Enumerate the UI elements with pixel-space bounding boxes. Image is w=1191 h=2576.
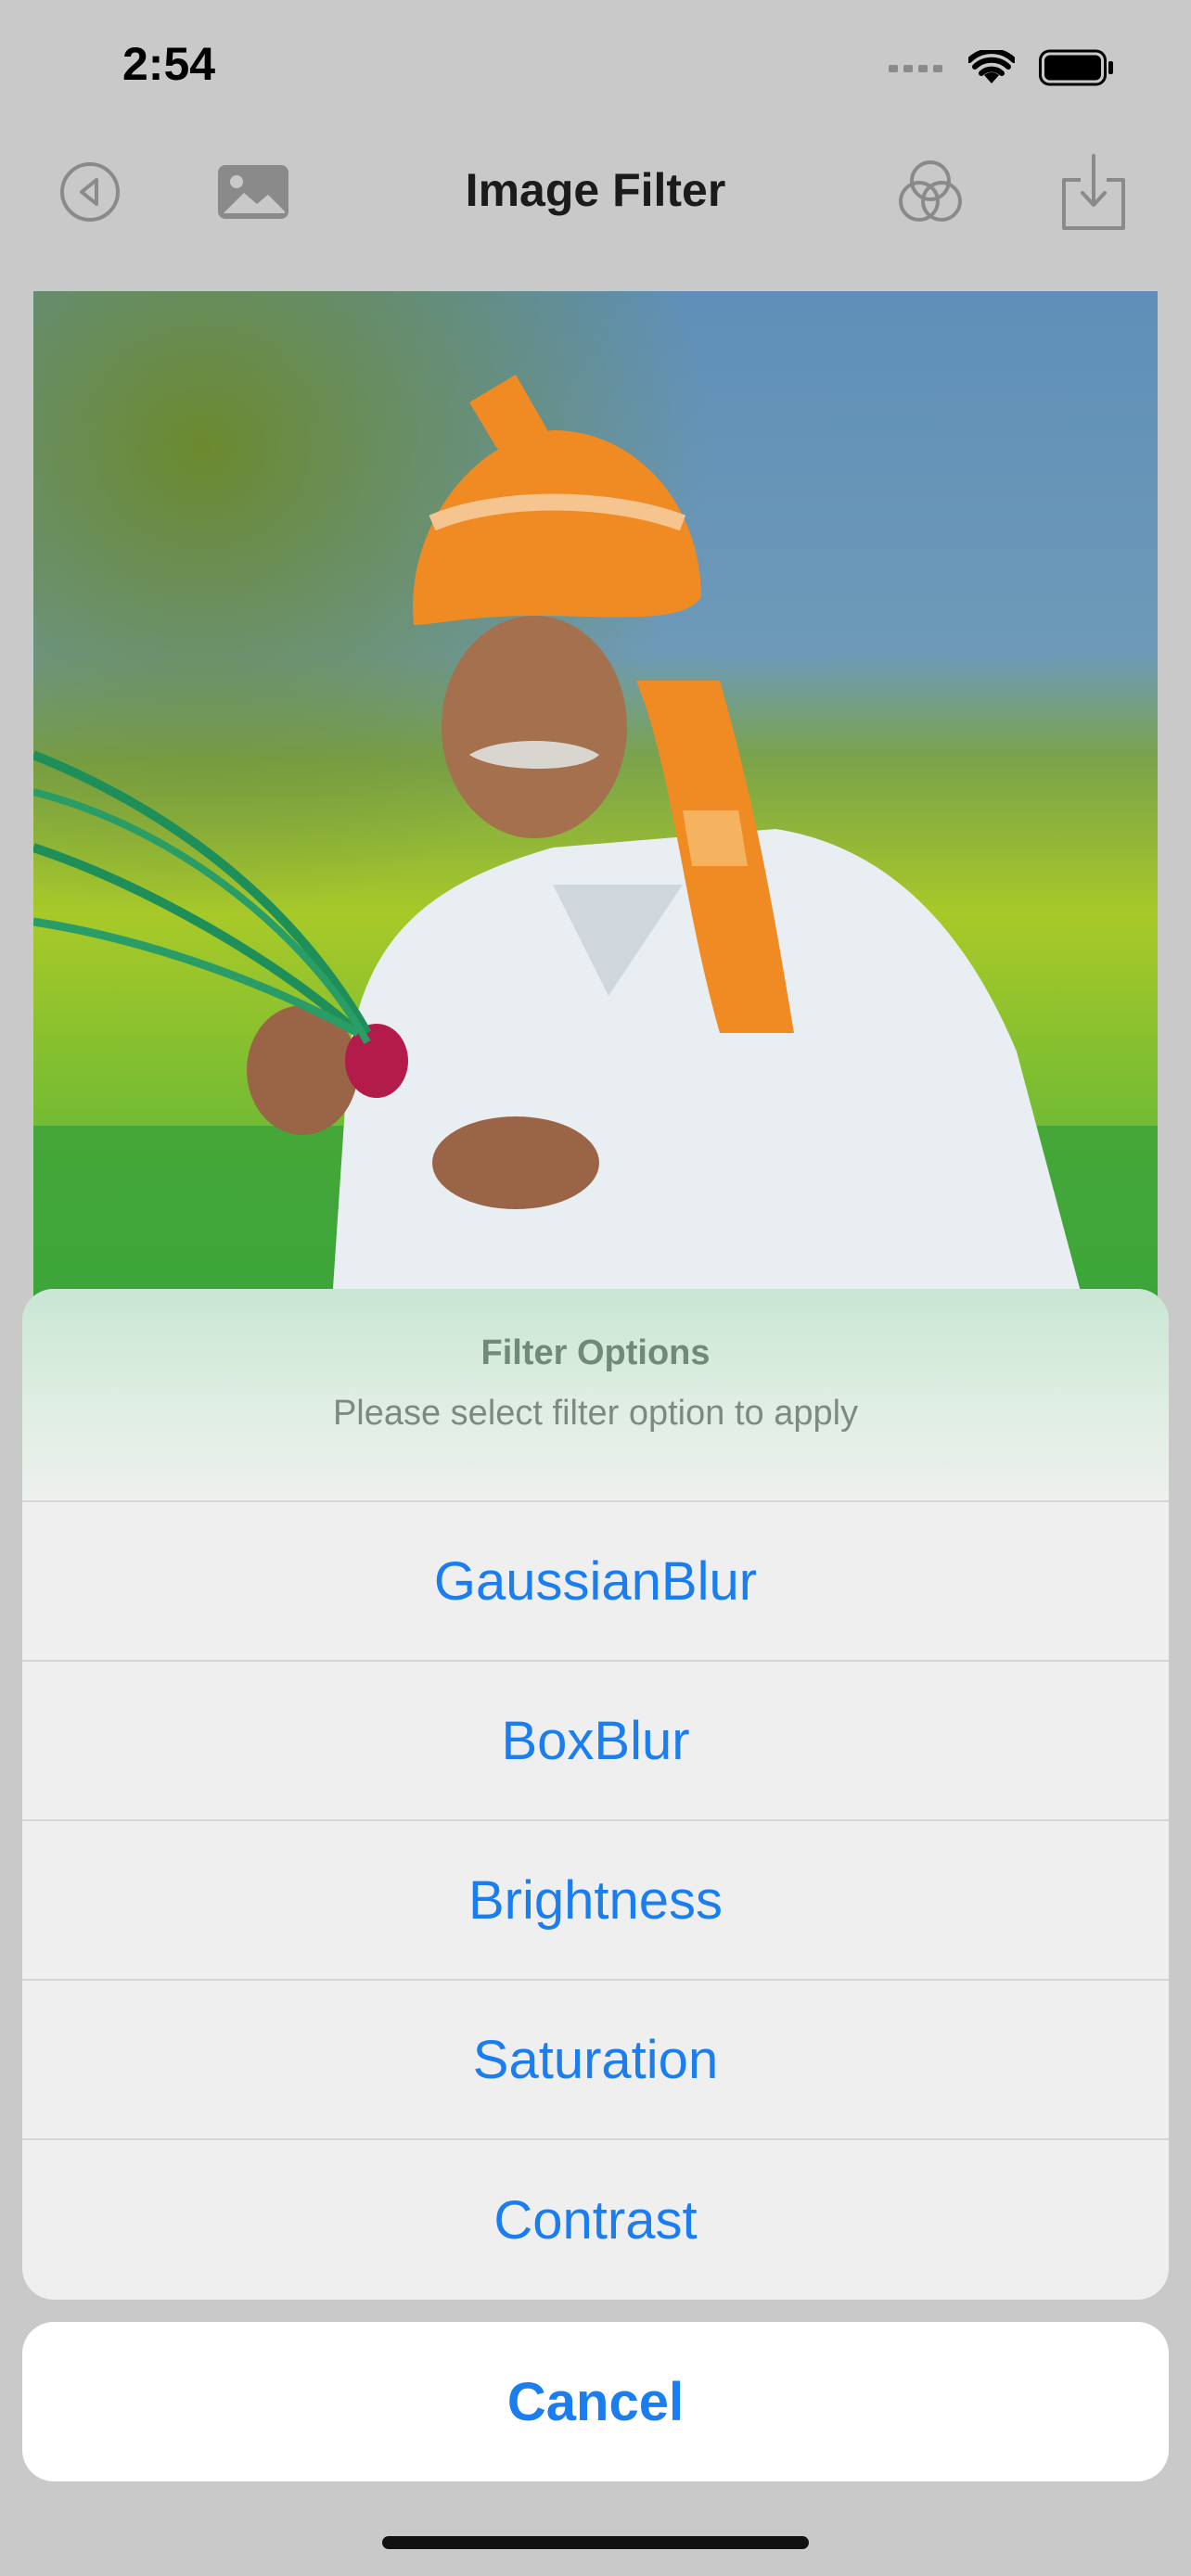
action-sheet-message: Please select filter option to apply [332,1394,859,1433]
filters-button[interactable] [889,150,972,234]
option-brightness[interactable]: Brightness [22,1821,1169,1981]
wifi-icon [968,50,1015,83]
option-saturation[interactable]: Saturation [22,1981,1169,2140]
photo-preview [33,291,1158,1330]
save-button[interactable] [1052,150,1135,234]
battery-icon [1039,49,1113,86]
filter-action-sheet: Filter Options Please select filter opti… [22,1289,1169,2300]
status-time: 2:54 [122,38,216,90]
option-gaussian-blur[interactable]: GaussianBlur [22,1502,1169,1662]
status-icons [889,43,1115,93]
action-sheet-header: Filter Options Please select filter opti… [22,1289,1169,1502]
page-title: Image Filter [465,164,726,216]
action-sheet-title: Filter Options [480,1333,711,1372]
save-icon [1062,154,1125,230]
filters-icon [899,160,962,222]
option-contrast[interactable]: Contrast [22,2140,1169,2300]
farmer-photo [33,291,1158,1330]
option-box-blur[interactable]: BoxBlur [22,1662,1169,1821]
cancel-button[interactable]: Cancel [22,2322,1169,2481]
signal-icon [889,65,942,72]
home-indicator[interactable] [382,2536,809,2549]
